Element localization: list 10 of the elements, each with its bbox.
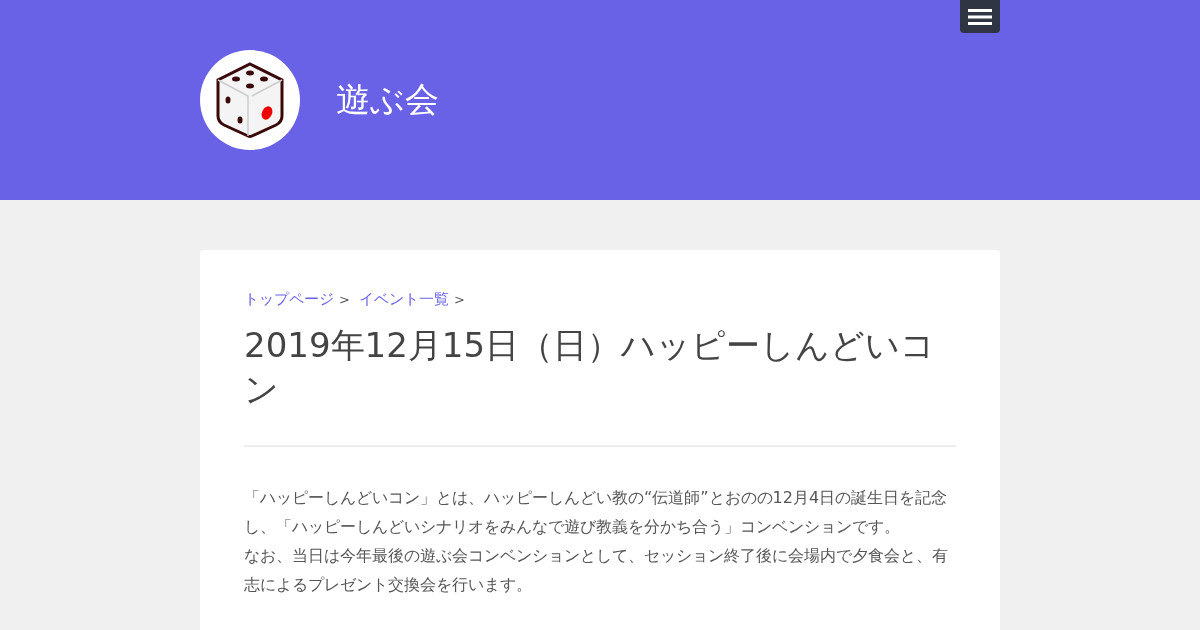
- breadcrumb-link[interactable]: トップページ: [244, 290, 334, 309]
- breadcrumb-separator: >: [453, 292, 465, 307]
- menu-icon: [968, 7, 992, 26]
- article-paragraph: なお、当日は今年最後の遊ぶ会コンベンションとして、セッション終了後に会場内で夕食会と、有志によるプレゼント交換会を行います。: [244, 545, 949, 596]
- site-title[interactable]: 遊ぶ会: [336, 77, 439, 123]
- breadcrumb-link[interactable]: イベント一覧: [358, 290, 449, 309]
- article-title: 2019年12月15日（日）ハッピーしんどいコン: [244, 324, 937, 411]
- article-paragraph: 「ハッピーしんどいコン」とは、ハッピーしんどい教の“伝道師”とおのの12月4日の誕生日を記念し、「ハッピーしんどいシナリオをみんなで遊び教義を分かち合う」コンベンションです。: [244, 487, 949, 538]
- menu-button[interactable]: [960, 0, 1000, 33]
- breadcrumb-separator: >: [339, 292, 350, 307]
